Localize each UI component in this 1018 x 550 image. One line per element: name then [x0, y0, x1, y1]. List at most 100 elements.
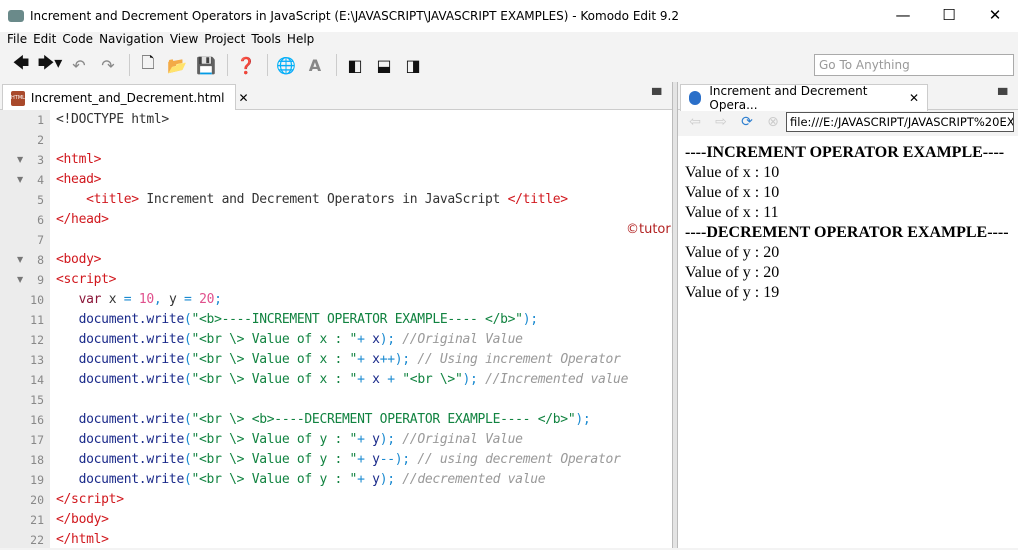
- close-tab-icon[interactable]: ✕: [238, 91, 248, 105]
- line-number: 19: [30, 473, 44, 487]
- code-line: document.write("<br \> Value of x : "+ x…: [56, 330, 523, 350]
- code-token: "<br \> Value of y : ": [191, 432, 358, 447]
- code-line: <!DOCTYPE html>: [56, 110, 169, 130]
- code-line: var x = 10, y = 20;: [56, 290, 222, 310]
- code-token: document.write: [78, 412, 185, 427]
- code-token: // Using increment Operator: [409, 352, 621, 367]
- close-tab-icon[interactable]: ✕: [909, 91, 919, 105]
- code-token: 10: [131, 292, 154, 307]
- fold-toggle-icon[interactable]: ▼: [17, 150, 23, 170]
- open-folder-icon[interactable]: 📂: [164, 53, 190, 77]
- fold-toggle-icon[interactable]: ▼: [17, 170, 23, 190]
- menu-help[interactable]: Help: [287, 32, 314, 50]
- line-number: 9: [37, 273, 44, 287]
- code-token: ++);: [379, 352, 410, 367]
- code-token: <!DOCTYPE html>: [56, 112, 169, 127]
- output-heading: ----INCREMENT OPERATOR EXAMPLE----: [685, 144, 1005, 161]
- maximize-button[interactable]: ☐: [926, 0, 972, 30]
- pane-menu-icon[interactable]: ▀: [998, 88, 1007, 102]
- stop-icon[interactable]: ⊗: [762, 114, 784, 130]
- save-icon[interactable]: 💾: [193, 53, 219, 77]
- font-icon[interactable]: A: [302, 53, 328, 77]
- menu-tools[interactable]: Tools: [251, 32, 281, 50]
- toolbar-separator: [227, 54, 228, 76]
- menu-edit[interactable]: Edit: [33, 32, 56, 50]
- code-line: </html>: [56, 530, 109, 550]
- close-window-button[interactable]: ✕: [972, 0, 1018, 30]
- code-token: document.write: [78, 372, 185, 387]
- menu-code[interactable]: Code: [62, 32, 93, 50]
- code-token: );: [575, 412, 591, 427]
- code-line: <script>: [56, 270, 117, 290]
- code-line: </head>: [56, 210, 109, 230]
- code-token: <head>: [56, 172, 102, 187]
- output-line: Value of y : 20: [685, 244, 780, 261]
- code-token: ;: [214, 292, 222, 307]
- right-pane-icon[interactable]: ◨: [400, 53, 426, 77]
- code-token: <body>: [56, 252, 102, 267]
- menu-view[interactable]: View: [170, 32, 198, 50]
- line-number: 2: [37, 133, 44, 147]
- code-token: +: [387, 372, 395, 387]
- forward-arrow-icon[interactable]: 🡆▾: [37, 53, 63, 77]
- help-icon[interactable]: ❓: [233, 53, 259, 77]
- code-token: //Original Value: [394, 432, 523, 447]
- code-token: //decremented value: [394, 472, 546, 487]
- code-token: x: [364, 332, 380, 347]
- code-token: "<br \> <b>----DECREMENT OPERATOR EXAMPL…: [191, 412, 576, 427]
- redo-icon[interactable]: ↷: [95, 53, 121, 77]
- back-arrow-icon[interactable]: 🡄: [8, 53, 34, 77]
- tab-label: Increment_and_Decrement.html: [30, 91, 225, 105]
- code-editor[interactable]: 1 2 3 ▼ 4 ▼ 5 6 7 8 ▼ 9 ▼ 10 11 12 13 14 15 16 17 18 19 20 21 22 …: [0, 110, 765, 550]
- menu-project[interactable]: Project: [204, 32, 245, 50]
- line-number: 17: [30, 433, 44, 447]
- menu-file[interactable]: File: [7, 32, 27, 50]
- code-token: +: [357, 472, 365, 487]
- undo-icon[interactable]: ↶: [66, 53, 92, 77]
- komodo-app-icon: [8, 10, 24, 22]
- bottom-pane-icon[interactable]: ⬓: [371, 53, 397, 77]
- line-number: 22: [30, 533, 44, 547]
- line-number: 13: [30, 353, 44, 367]
- code-token: "<br \> Value of y : ": [191, 452, 358, 467]
- code-token: </title>: [507, 192, 569, 207]
- pane-menu-icon[interactable]: ▀: [652, 88, 661, 102]
- menu-navigation[interactable]: Navigation: [99, 32, 164, 50]
- code-token: x: [364, 372, 388, 387]
- minimize-button[interactable]: —: [880, 0, 926, 30]
- line-number: 7: [37, 233, 44, 247]
- url-input[interactable]: file:///E:/JAVASCRIPT/JAVASCRIPT%20EXAMP…: [786, 112, 1014, 132]
- fold-toggle-icon[interactable]: ▼: [17, 270, 23, 290]
- code-token: (: [183, 472, 192, 487]
- left-pane-icon[interactable]: ◧: [342, 53, 368, 77]
- code-line: document.write("<br \> Value of y : "+ y…: [56, 430, 523, 450]
- line-number: 6: [37, 213, 44, 227]
- toolbar-separator: [267, 54, 268, 76]
- new-file-icon[interactable]: 🗋: [135, 53, 161, 77]
- code-token: //Original Value: [394, 332, 523, 347]
- code-token: );: [379, 332, 395, 347]
- tab-browser-preview[interactable]: Increment and Decrement Opera... ✕: [680, 84, 928, 112]
- browser-back-icon[interactable]: ⇦: [684, 114, 706, 130]
- output-line: Value of y : 19: [685, 284, 780, 301]
- code-token: (: [183, 372, 192, 387]
- browser-forward-icon[interactable]: ⇨: [710, 114, 732, 130]
- code-token: (: [183, 452, 192, 467]
- toolbar-separator: [129, 54, 130, 76]
- code-token: </html>: [56, 532, 109, 547]
- code-token: document.write: [78, 472, 185, 487]
- code-token: Increment and Decrement Operators in Jav…: [138, 192, 508, 207]
- line-number: 5: [37, 193, 44, 207]
- code-line: <title> Increment and Decrement Operator…: [56, 190, 568, 210]
- globe-icon[interactable]: 🌐: [273, 53, 299, 77]
- go-to-anything-input[interactable]: Go To Anything: [814, 54, 1014, 76]
- code-line: <body>: [56, 250, 101, 270]
- code-line: <head>: [56, 170, 101, 190]
- tab-increment-and-decrement-html[interactable]: HTML Increment_and_Decrement.html ✕: [2, 84, 249, 111]
- reload-icon[interactable]: ⟳: [736, 114, 758, 130]
- fold-toggle-icon[interactable]: ▼: [17, 250, 23, 270]
